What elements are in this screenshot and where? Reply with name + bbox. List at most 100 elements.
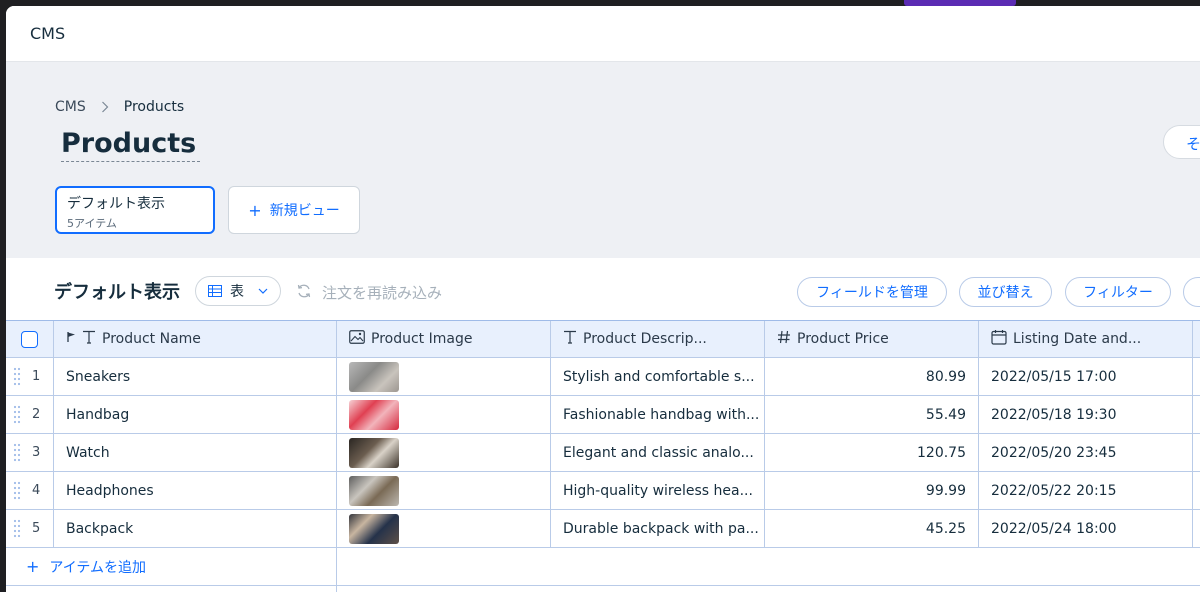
cell-product-image[interactable] [337,358,551,395]
cell-product-price[interactable]: 99.99 [765,472,979,509]
row-index-cell: 3 [6,434,54,471]
filter-button[interactable]: フィルター [1065,277,1171,307]
cell-overflow [1193,396,1200,433]
cell-product-name[interactable]: Handbag [54,396,337,433]
plus-icon: + [26,557,40,576]
text-icon [82,330,96,348]
breadcrumb-cms-link[interactable]: CMS [55,99,86,115]
reload-orders-button[interactable]: 注文を再読み込み [296,282,442,303]
chevron-right-icon [101,101,109,113]
cell-product-price[interactable]: 120.75 [765,434,979,471]
reload-label: 注文を再読み込み [322,284,443,302]
table-footer-spacer [6,586,1200,592]
cell-product-description[interactable]: Durable backpack with pa... [551,510,765,547]
row-index-cell: 5 [6,510,54,547]
header-right-button-label: そ [1186,135,1200,153]
plus-icon: + [248,200,262,220]
column-header-product-description[interactable]: Product Descrip... [551,321,765,357]
cell-product-price[interactable]: 55.49 [765,396,979,433]
cell-listing-date[interactable]: 2022/05/24 18:00 [979,510,1193,547]
header-right-button[interactable]: そ [1163,125,1200,159]
cell-product-name[interactable]: Watch [54,434,337,471]
drag-handle-icon[interactable] [13,366,21,388]
sort-button[interactable]: 並び替え [959,277,1052,307]
product-thumbnail [349,475,399,506]
column-header-listing-date[interactable]: Listing Date and... [979,321,1193,357]
cell-product-description[interactable]: Stylish and comfortable s... [551,358,765,395]
table-row[interactable]: 2 Handbag Fashionable handbag with... 55… [6,396,1200,434]
drag-handle-icon[interactable] [13,480,21,502]
image-icon [349,330,365,348]
column-header-product-name[interactable]: Product Name [54,321,337,357]
view-name: デフォルト表示 [67,196,165,212]
cell-product-image[interactable] [337,472,551,509]
column-label: Listing Date and... [1013,331,1142,347]
calendar-icon [991,329,1007,349]
new-view-label: 新規ビュー [269,203,340,219]
table-row[interactable]: 5 Backpack Durable backpack with pa... 4… [6,510,1200,548]
add-item-button[interactable]: + アイテムを追加 [6,548,337,585]
cell-product-image[interactable] [337,510,551,547]
table-toolbar: デフォルト表示 表 注文を再読み込み フィールドを管理 並び替え フィルター [6,258,1200,322]
view-type-label: 表 [230,284,244,300]
row-number: 4 [32,483,41,498]
cell-listing-date[interactable]: 2022/05/18 19:30 [979,396,1193,433]
cell-product-image[interactable] [337,396,551,433]
row-number: 1 [32,369,41,384]
select-all-cell [6,321,54,357]
primary-field-flag-icon [66,331,76,347]
drag-handle-icon[interactable] [13,404,21,426]
refresh-icon [296,283,312,303]
page-header: CMS Products Products そ デフォルト表示 5アイテム + … [6,62,1200,258]
cell-product-name[interactable]: Backpack [54,510,337,547]
view-item-count: 5アイテム [67,217,117,230]
page-title[interactable]: Products [61,128,201,162]
product-thumbnail [349,399,399,430]
cell-overflow [1193,434,1200,471]
drag-handle-icon[interactable] [13,442,21,464]
cell-overflow [1193,510,1200,547]
more-actions-button[interactable] [1183,277,1200,307]
manage-fields-button[interactable]: フィールドを管理 [797,277,947,307]
column-header-product-price[interactable]: Product Price [765,321,979,357]
app-title: CMS [30,24,66,43]
add-item-row: + アイテムを追加 [6,548,1200,586]
table-icon [208,282,222,301]
cell-overflow [1193,358,1200,395]
breadcrumb-current: Products [123,99,185,115]
row-index-cell: 2 [6,396,54,433]
toolbar-title: デフォルト表示 [54,282,180,303]
row-index-cell: 1 [6,358,54,395]
product-thumbnail [349,361,399,392]
cell-listing-date[interactable]: 2022/05/15 17:00 [979,358,1193,395]
footer-cell [6,586,337,592]
cell-product-description[interactable]: High-quality wireless hea... [551,472,765,509]
column-header-overflow [1193,321,1200,357]
cell-product-description[interactable]: Elegant and classic analo... [551,434,765,471]
cell-product-name[interactable]: Headphones [54,472,337,509]
cell-product-description[interactable]: Fashionable handbag with... [551,396,765,433]
cell-product-image[interactable] [337,434,551,471]
cell-product-price[interactable]: 80.99 [765,358,979,395]
cell-product-name[interactable]: Sneakers [54,358,337,395]
breadcrumb: CMS Products [55,99,184,115]
table-row[interactable]: 4 Headphones High-quality wireless hea..… [6,472,1200,510]
product-thumbnail [349,437,399,468]
column-label: Product Name [102,331,201,347]
new-view-button[interactable]: + 新規ビュー [228,186,360,234]
view-type-select[interactable]: 表 [195,276,281,306]
product-thumbnail [349,513,399,544]
table-row[interactable]: 3 Watch Elegant and classic analo... 120… [6,434,1200,472]
row-number: 3 [32,445,41,460]
table-row[interactable]: 1 Sneakers Stylish and comfortable s... … [6,358,1200,396]
view-tab-default[interactable]: デフォルト表示 5アイテム [55,186,215,234]
cell-overflow [1193,472,1200,509]
column-header-product-image[interactable]: Product Image [337,321,551,357]
cell-listing-date[interactable]: 2022/05/22 20:15 [979,472,1193,509]
select-all-checkbox[interactable] [21,330,38,348]
cell-product-price[interactable]: 45.25 [765,510,979,547]
drag-handle-icon[interactable] [13,518,21,540]
cell-listing-date[interactable]: 2022/05/20 23:45 [979,434,1193,471]
chevron-down-icon [258,288,268,294]
column-label: Product Price [797,331,889,347]
